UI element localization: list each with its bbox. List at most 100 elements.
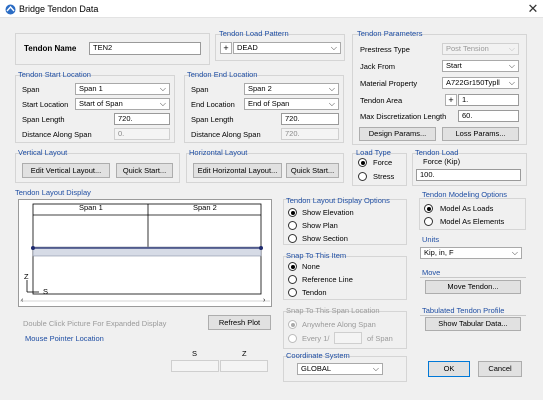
load-type-stress-radio[interactable] [358, 172, 367, 181]
start-location-label: Start Location [22, 100, 69, 109]
snap-every-input [334, 332, 362, 344]
scroll-left-icon[interactable]: ‹ [21, 297, 23, 304]
model-as-elements-radio[interactable] [424, 217, 433, 226]
model-as-loads-label: Model As Loads [440, 204, 494, 213]
chevron-down-icon: ⌵ [330, 43, 337, 52]
mouse-pointer-group-label: Mouse Pointer Location [25, 334, 104, 343]
chevron-down-icon: ⌵ [159, 99, 166, 108]
units-select[interactable]: Kip, in, F ⌵ [420, 247, 522, 259]
snap-tendon-radio[interactable] [288, 288, 297, 297]
tabulated-separator [420, 315, 526, 316]
snap-none-radio[interactable] [288, 262, 297, 271]
design-params-button[interactable]: Design Params... [359, 127, 436, 141]
tendon-area-input[interactable]: 1. [458, 94, 519, 106]
max-discretization-input[interactable]: 60. [458, 110, 519, 122]
end-span-length-label: Span Length [191, 115, 234, 124]
start-location-select[interactable]: Start of Span ⌵ [75, 98, 170, 110]
show-tabular-data-button[interactable]: Show Tabular Data... [425, 317, 521, 331]
plot-hint-text: Double Click Picture For Expanded Displa… [23, 319, 167, 328]
snap-reference-line-label: Reference Line [302, 275, 353, 284]
modeling-options-group-label: Tendon Modeling Options [422, 190, 508, 199]
edit-vertical-layout-button[interactable]: Edit Vertical Layout... [22, 163, 110, 178]
horizontal-layout-group-label: Horizontal Layout [189, 148, 248, 157]
prestress-type-label: Prestress Type [360, 45, 410, 54]
edit-horizontal-layout-button[interactable]: Edit Horizontal Layout... [193, 163, 282, 178]
load-pattern-add-button[interactable]: + [220, 42, 232, 54]
end-span-select[interactable]: Span 2 ⌵ [244, 83, 339, 95]
prestress-type-select: Post Tension ⌵ [442, 43, 519, 55]
snap-none-label: None [302, 262, 320, 271]
load-type-force-label: Force [373, 158, 393, 167]
snap-every-radio [288, 334, 297, 343]
close-icon[interactable]: ✕ [525, 1, 541, 17]
axis-z-label: Z [24, 272, 29, 281]
chevron-down-icon: ⌵ [328, 99, 335, 108]
refresh-plot-button[interactable]: Refresh Plot [208, 315, 271, 330]
end-location-value: End of Span [248, 99, 290, 108]
chevron-down-icon: ⌵ [511, 248, 518, 257]
end-span-length-input: 720. [281, 113, 339, 125]
tabulated-group-label: Tabulated Tendon Profile [422, 306, 505, 315]
cancel-button[interactable]: Cancel [478, 361, 522, 377]
chevron-down-icon: ⌵ [508, 78, 515, 87]
jack-from-select[interactable]: Start ⌵ [442, 60, 519, 72]
window-title: Bridge Tendon Data [19, 4, 99, 14]
parameters-group-label: Tendon Parameters [357, 29, 423, 38]
material-property-select[interactable]: A722Gr150Typll ⌵ [442, 77, 519, 89]
coordinate-system-group-label: Coordinate System [286, 351, 350, 360]
layout-display-group-label: Tendon Layout Display [15, 188, 91, 197]
snap-of-span-label: of Span [367, 334, 393, 343]
model-as-loads-radio[interactable] [424, 204, 433, 213]
units-value: Kip, in, F [424, 248, 454, 257]
scroll-right-icon[interactable]: › [263, 297, 265, 304]
tendon-name-input[interactable]: TEN2 [89, 42, 201, 55]
layout-plot[interactable] [19, 200, 271, 306]
vertical-quick-start-button[interactable]: Quick Start... [116, 163, 173, 178]
tendon-load-input[interactable]: 100. [416, 169, 521, 181]
mouse-s-header: S [192, 349, 198, 358]
plot-span2-label: Span 2 [193, 203, 217, 212]
show-section-label: Show Section [302, 234, 348, 243]
load-type-force-radio[interactable] [358, 158, 367, 167]
chevron-down-icon: ⌵ [372, 364, 379, 373]
start-location-value: Start of Span [79, 99, 123, 108]
load-pattern-value: DEAD [237, 43, 258, 52]
show-plan-radio[interactable] [288, 221, 297, 230]
coordinate-system-value: GLOBAL [301, 364, 332, 373]
ok-button[interactable]: OK [428, 361, 470, 377]
mouse-z-header: Z [242, 349, 247, 358]
vertical-layout-group-label: Vertical Layout [18, 148, 68, 157]
coordinate-system-select[interactable]: GLOBAL ⌵ [297, 363, 383, 375]
show-elevation-radio[interactable] [288, 208, 297, 217]
tendon-load-group-label: Tendon Load [415, 148, 459, 157]
material-property-label: Material Property [360, 79, 418, 88]
end-distance-label: Distance Along Span [191, 130, 261, 139]
chevron-down-icon: ⌵ [508, 61, 515, 70]
start-span-select[interactable]: Span 1 ⌵ [75, 83, 170, 95]
layout-plot-frame[interactable]: Span 1 Span 2 Z S ‹ › [18, 199, 272, 307]
material-property-value: A722Gr150Typll [446, 78, 500, 87]
snap-anywhere-label: Anywhere Along Span [302, 320, 376, 329]
load-pattern-select[interactable]: DEAD ⌵ [233, 42, 341, 54]
jack-from-value: Start [446, 61, 462, 70]
mouse-s-value [171, 360, 219, 372]
start-distance-input: 0. [114, 128, 170, 140]
snap-item-group-label: Snap To This Item [286, 251, 347, 260]
snap-reference-line-radio[interactable] [288, 275, 297, 284]
show-section-radio[interactable] [288, 234, 297, 243]
axis-s-label: S [43, 287, 49, 296]
start-span-length-input: 720. [114, 113, 170, 125]
show-plan-label: Show Plan [302, 221, 338, 230]
units-group-label: Units [422, 235, 440, 244]
end-location-select[interactable]: End of Span ⌵ [244, 98, 339, 110]
horizontal-quick-start-button[interactable]: Quick Start... [286, 163, 339, 178]
show-elevation-label: Show Elevation [302, 208, 354, 217]
tendon-area-add-button[interactable]: + [445, 94, 457, 106]
loss-params-button[interactable]: Loss Params... [442, 127, 519, 141]
chevron-down-icon: ⌵ [159, 84, 166, 93]
snap-span-group-label: Snap To This Span Location [286, 306, 380, 315]
start-distance-label: Distance Along Span [22, 130, 92, 139]
move-tendon-button[interactable]: Move Tendon... [425, 280, 521, 294]
start-location-group-label: Tendon Start Location [18, 70, 91, 79]
plot-span1-label: Span 1 [79, 203, 103, 212]
